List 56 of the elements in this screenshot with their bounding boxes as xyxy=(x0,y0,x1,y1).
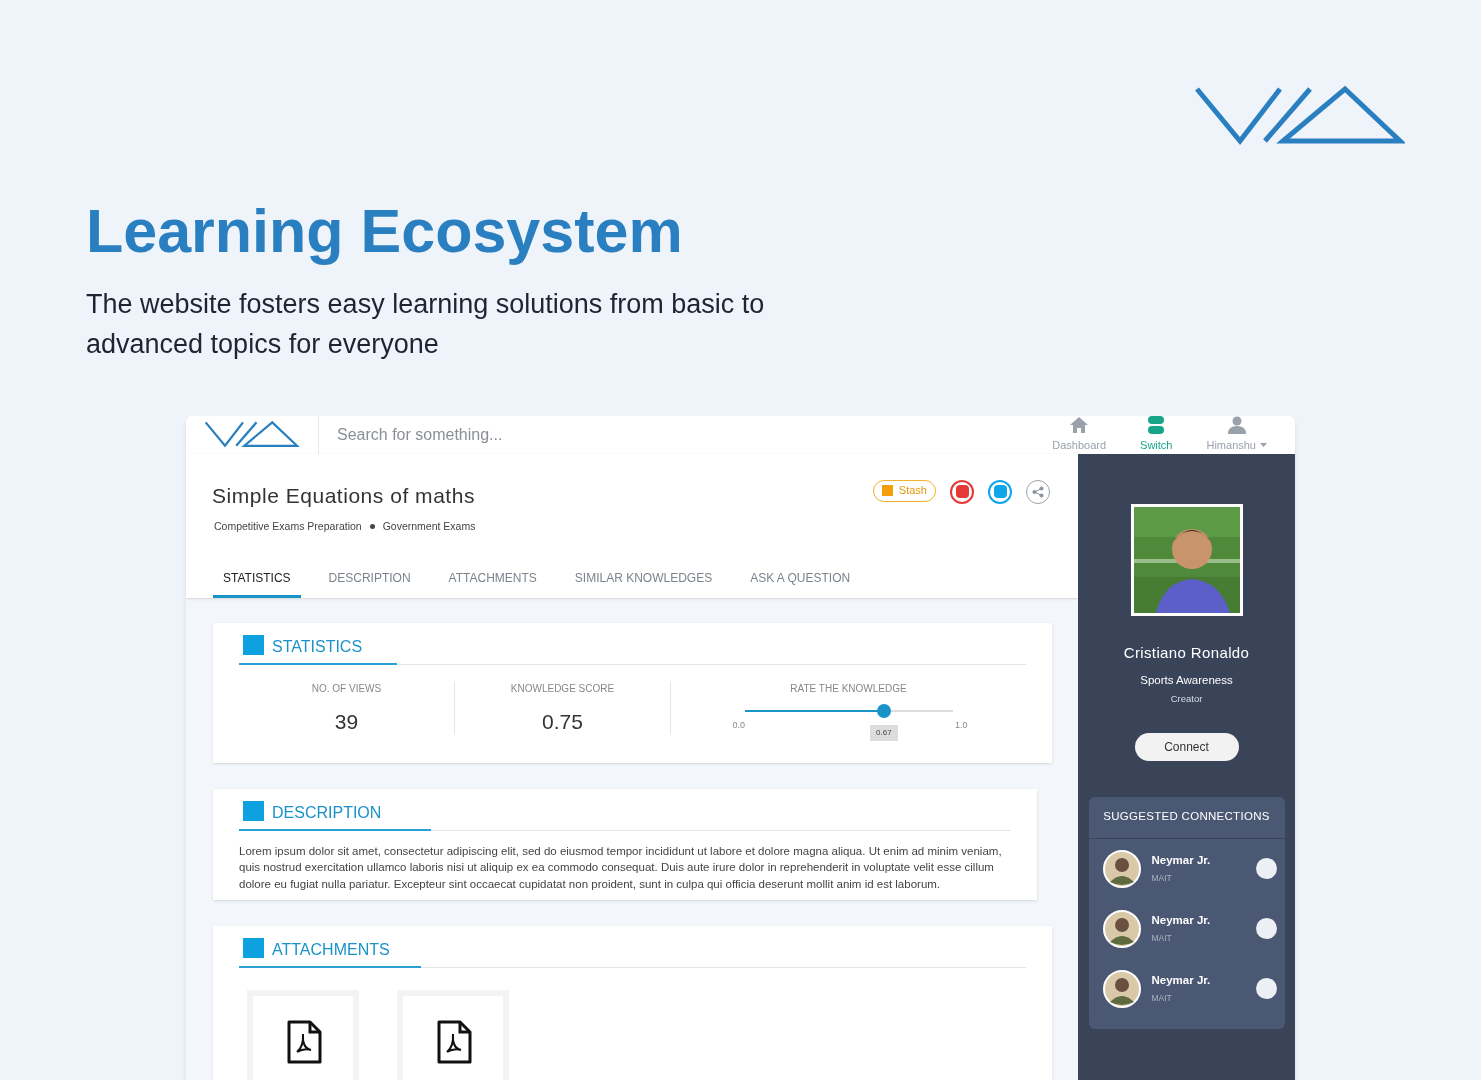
profile-topic: Sports Awareness xyxy=(1140,673,1233,688)
slider-min: 0.0 xyxy=(732,718,745,732)
section-marker xyxy=(243,634,264,655)
profile-role: Creator xyxy=(1170,692,1203,707)
slider-max: 1.0 xyxy=(955,718,968,732)
panel-heading: SUGGESTED CONNECTIONS xyxy=(1088,796,1285,839)
attachment-tile[interactable] xyxy=(397,990,509,1080)
stat-label: NO. OF VIEWS xyxy=(311,681,382,696)
connect-button[interactable]: Connect xyxy=(1134,732,1239,761)
description-text: Lorem ipsum dolor sit amet, consectetur adipiscing elit, sed do eiusmod tempor incididunt ut labore et dolore magna aliqua. Ut enim ad minim veniam, quis nostrud exercitation ullamco laboris nisi ut aliquip ex ea commodo consequat. Duis aute irure dolor in reprehenderit in voluptate velit esse cillum dolore eu fugiat nulla pariatur. Excepteur sint occaecat cupidatat non proident, sunt in culpa qui officia deserunt mollit anim id est laborum. xyxy=(239,843,1003,892)
slider-reading: 0.67 xyxy=(869,724,898,741)
avatar xyxy=(1102,909,1141,948)
square-button[interactable] xyxy=(988,479,1012,504)
tab[interactable]: DESCRIPTION xyxy=(318,568,421,598)
section-heading: ATTACHMENTS xyxy=(272,940,390,961)
select-toggle[interactable] xyxy=(1255,918,1277,939)
tab[interactable]: ASK A QUESTION xyxy=(740,568,861,598)
home-icon xyxy=(1069,416,1090,434)
avatar xyxy=(1102,969,1141,1008)
square-button[interactable] xyxy=(950,479,974,504)
hero-subtitle: The website fosters easy learning solutions from basic to advanced topics for everyone xyxy=(86,288,766,361)
page-title: Simple Equations of maths xyxy=(212,482,476,509)
nav-item[interactable]: Switch xyxy=(1140,416,1173,454)
profile-name: Cristiano Ronaldo xyxy=(1123,642,1250,663)
connection-name: Neymar Jr. xyxy=(1151,913,1212,928)
connection-org: MAIT xyxy=(1151,992,1173,1005)
connection-name: Neymar Jr. xyxy=(1151,973,1212,988)
share-icon xyxy=(1032,485,1044,498)
stacked-pills-icon xyxy=(1148,416,1165,434)
hero-title: Learning Ecosystem xyxy=(86,196,684,267)
breadcrumb-tag: Competitive Exams Preparation xyxy=(214,519,362,535)
select-toggle[interactable] xyxy=(1255,978,1277,999)
section-heading: STATISTICS xyxy=(272,636,363,657)
select-toggle[interactable] xyxy=(1255,858,1277,879)
avatar xyxy=(1102,849,1141,888)
caret-icon xyxy=(1260,443,1267,448)
connection-name: Neymar Jr. xyxy=(1151,853,1212,868)
tab[interactable]: STATISTICS xyxy=(213,568,301,598)
slider-thumb[interactable] xyxy=(876,703,891,718)
connection-org: MAIT xyxy=(1151,932,1173,945)
tab[interactable]: ATTACHMENTS xyxy=(438,568,547,598)
stat-value: 39 xyxy=(334,708,359,735)
section-marker xyxy=(243,800,264,821)
stat-label: KNOWLEDGE SCORE xyxy=(510,681,615,696)
stat-label: RATE THE KNOWLEDGE xyxy=(790,681,907,696)
search-field[interactable]: Search for something... xyxy=(319,416,1053,454)
connection-org: MAIT xyxy=(1151,872,1173,885)
user-icon xyxy=(1226,416,1247,434)
section-marker xyxy=(243,938,264,959)
tab[interactable]: SIMILAR KNOWLEDGES xyxy=(564,568,723,598)
nav-item[interactable]: Dashboard xyxy=(1052,416,1107,454)
section-heading: DESCRIPTION xyxy=(272,802,382,823)
attachment-tile[interactable] xyxy=(247,990,359,1080)
breadcrumb-tag: Government Exams xyxy=(382,519,476,535)
stat-value: 0.75 xyxy=(542,708,583,735)
nav-item[interactable]: Himanshu xyxy=(1206,416,1267,454)
